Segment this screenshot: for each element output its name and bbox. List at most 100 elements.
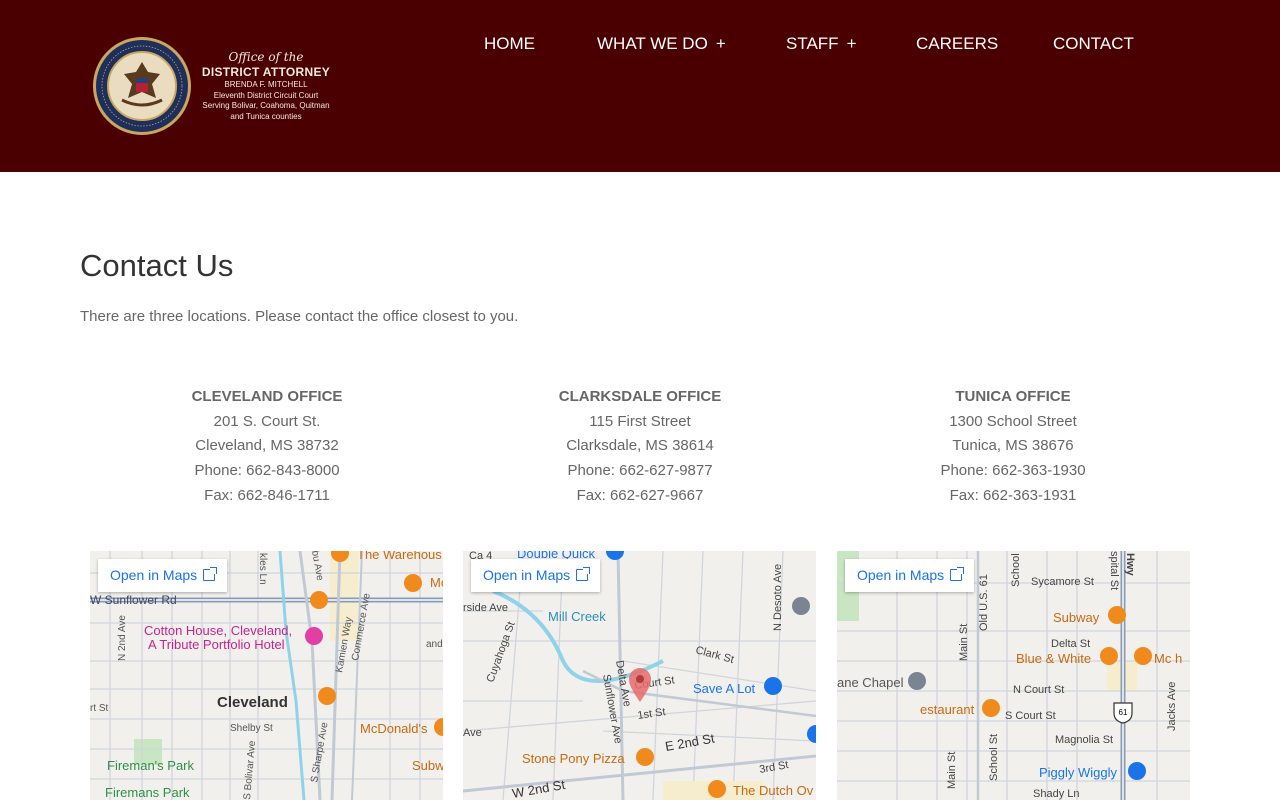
map-label-ave: Ave bbox=[463, 727, 482, 739]
map-label-blue-white: Blue & White bbox=[1016, 651, 1091, 666]
external-link-icon bbox=[950, 567, 965, 581]
map-label-cotton-house-1: Cotton House, Cleveland, bbox=[144, 623, 292, 638]
office-city: Clarksdale, MS 38614 bbox=[566, 437, 714, 455]
map-label-riverside: rside Ave bbox=[463, 602, 508, 614]
logo-counties: and Tunica counties bbox=[230, 111, 302, 121]
nav-contact[interactable]: CONTACT bbox=[1053, 34, 1134, 54]
office-clarksdale: CLARKSDALE OFFICE 115 First Street Clark… bbox=[480, 385, 800, 509]
logo-serving: Serving Bolivar, Coahoma, Quitman bbox=[202, 101, 330, 110]
map-label-shady: Shady Ln bbox=[1033, 788, 1079, 800]
map-label-kles: kles Ln bbox=[257, 553, 268, 585]
restaurant-pin-icon[interactable] bbox=[708, 780, 726, 798]
map-label-cotton-house-2: A Tribute Portfolio Hotel bbox=[148, 637, 285, 652]
map-label-rt-st: rt St bbox=[90, 703, 109, 714]
open-in-maps-button[interactable]: Open in Maps bbox=[98, 559, 228, 592]
open-in-maps-button[interactable]: Open in Maps bbox=[845, 559, 975, 592]
restaurant-pin-icon[interactable] bbox=[636, 748, 654, 766]
office-street: 201 S. Court St. bbox=[213, 412, 321, 430]
map-label-dutch-oven: The Dutch Ov bbox=[733, 783, 814, 798]
map-label-hwy: Hwy bbox=[1124, 553, 1136, 577]
main-nav: HOME WHAT WE DO + STAFF + CAREERS CONTACT bbox=[0, 34, 1280, 56]
office-phone: Phone: 662-363-1930 bbox=[940, 462, 1086, 480]
place-pin-icon[interactable] bbox=[792, 597, 810, 615]
external-link-icon bbox=[576, 567, 591, 581]
map-label-subway: Subw bbox=[412, 758, 443, 773]
expand-plus-icon: + bbox=[715, 34, 726, 53]
us-61-label: 61 bbox=[1119, 708, 1128, 717]
office-phone: Phone: 662-627-9877 bbox=[567, 462, 713, 480]
map-label-delta: Delta St bbox=[1051, 638, 1090, 650]
nav-what-we-do[interactable]: WHAT WE DO + bbox=[597, 34, 726, 54]
open-in-maps-button[interactable]: Open in Maps bbox=[471, 559, 601, 592]
logo-court: Eleventh District Circuit Court bbox=[213, 90, 319, 100]
church-pin-icon[interactable] bbox=[908, 672, 926, 690]
page-title: Contact Us bbox=[80, 248, 234, 283]
shopping-pin-icon[interactable] bbox=[1128, 762, 1146, 780]
logo-text-block: Office of the DISTRICT ATTORNEY BRENDA F… bbox=[196, 50, 336, 122]
office-name: TUNICA OFFICE bbox=[955, 388, 1071, 405]
map-label-jacks: Jacks Ave bbox=[1166, 682, 1178, 731]
office-street: 1300 School Street bbox=[949, 412, 1077, 430]
map-label-main: Main St bbox=[958, 624, 970, 661]
nav-staff[interactable]: STAFF + bbox=[786, 34, 857, 54]
map-label-magnolia: Magnolia St bbox=[1055, 734, 1113, 746]
office-phone: Phone: 662-843-8000 bbox=[194, 462, 340, 480]
map-label-shelby: Shelby St bbox=[230, 723, 273, 734]
map-label-main-south: Main St bbox=[946, 752, 958, 789]
map-label-restaurant: estaurant bbox=[920, 702, 975, 717]
map-label-n-court: N Court St bbox=[1013, 684, 1064, 696]
office-fax: Fax: 662-363-1931 bbox=[949, 486, 1077, 504]
logo-district-attorney: DISTRICT ATTORNEY bbox=[201, 65, 331, 79]
map-label-mch: Mc h bbox=[1154, 651, 1182, 666]
site-header: Office of the DISTRICT ATTORNEY BRENDA F… bbox=[0, 0, 1280, 172]
office-tunica: TUNICA OFFICE 1300 School Street Tunica,… bbox=[853, 385, 1173, 509]
map-label-firemans-park-2: Firemans Park bbox=[105, 785, 190, 800]
map-label-sunflower-rd: W Sunflower Rd bbox=[90, 593, 177, 607]
open-in-maps-label: Open in Maps bbox=[857, 567, 945, 583]
office-street: 115 First Street bbox=[589, 412, 691, 430]
map-label-cleveland: Cleveland bbox=[217, 694, 288, 711]
external-link-icon bbox=[203, 567, 218, 581]
intro-text: There are three locations. Please contac… bbox=[80, 308, 519, 325]
map-label-ave: and bbox=[426, 639, 443, 650]
map-label-hospital: spital St bbox=[1108, 551, 1120, 590]
map-label-n2nd: N 2nd Ave bbox=[117, 615, 128, 661]
map-label-piggly-wiggly: Piggly Wiggly bbox=[1039, 765, 1118, 780]
hotel-pin-icon[interactable] bbox=[305, 627, 323, 645]
map-label-old61: Old U.S. 61 bbox=[978, 574, 990, 631]
map-label-mc: Mc bbox=[430, 575, 443, 590]
office-city: Cleveland, MS 38732 bbox=[195, 437, 339, 455]
logo-name: BRENDA F. MITCHELL bbox=[224, 80, 308, 89]
map-label-subway: Subway bbox=[1053, 610, 1100, 625]
map-label-mcdonalds: McDonald's bbox=[360, 721, 428, 736]
office-fax: Fax: 662-627-9667 bbox=[576, 486, 704, 504]
us-61-shield-icon: 61 bbox=[1113, 702, 1133, 724]
open-in-maps-label: Open in Maps bbox=[110, 567, 198, 583]
map-label-school-north: School bbox=[1010, 553, 1022, 587]
nav-what-we-do-label: WHAT WE DO bbox=[597, 34, 708, 53]
office-cleveland: CLEVELAND OFFICE 201 S. Court St. Clevel… bbox=[107, 385, 427, 509]
nav-home[interactable]: HOME bbox=[484, 34, 535, 54]
map-clarksdale[interactable]: Double Quick Mill Creek Save A Lot Stone… bbox=[463, 551, 816, 800]
office-name: CLARKSDALE OFFICE bbox=[558, 388, 722, 405]
office-city: Tunica, MS 38676 bbox=[952, 437, 1074, 455]
map-tunica[interactable]: Subway Blue & White Mc h ane Chapel esta… bbox=[837, 551, 1190, 800]
map-label-warehouse: The Warehous bbox=[357, 551, 442, 562]
open-in-maps-label: Open in Maps bbox=[483, 567, 571, 583]
map-label-s-court: S Court St bbox=[1005, 710, 1056, 722]
map-cleveland[interactable]: The Warehous W Sunflower Rd Cotton House… bbox=[90, 551, 443, 800]
map-label-stone-pony: Stone Pony Pizza bbox=[522, 751, 625, 766]
map-label-firemans-park-1: Fireman's Park bbox=[107, 758, 195, 773]
map-label-sycamore: Sycamore St bbox=[1031, 576, 1094, 588]
shopping-pin-icon[interactable] bbox=[764, 677, 782, 695]
map-label-save-a-lot: Save A Lot bbox=[693, 681, 756, 696]
nav-staff-label: STAFF bbox=[786, 34, 839, 53]
map-label-desoto: N Desoto Ave bbox=[772, 564, 784, 631]
map-label-school: School St bbox=[988, 734, 1000, 781]
map-label-mill-creek: Mill Creek bbox=[548, 609, 606, 624]
office-name: CLEVELAND OFFICE bbox=[191, 388, 343, 405]
office-fax: Fax: 662-846-1711 bbox=[204, 486, 330, 504]
map-label-chapel: ane Chapel bbox=[837, 675, 904, 690]
expand-plus-icon: + bbox=[846, 34, 857, 53]
nav-careers[interactable]: CAREERS bbox=[916, 34, 998, 54]
